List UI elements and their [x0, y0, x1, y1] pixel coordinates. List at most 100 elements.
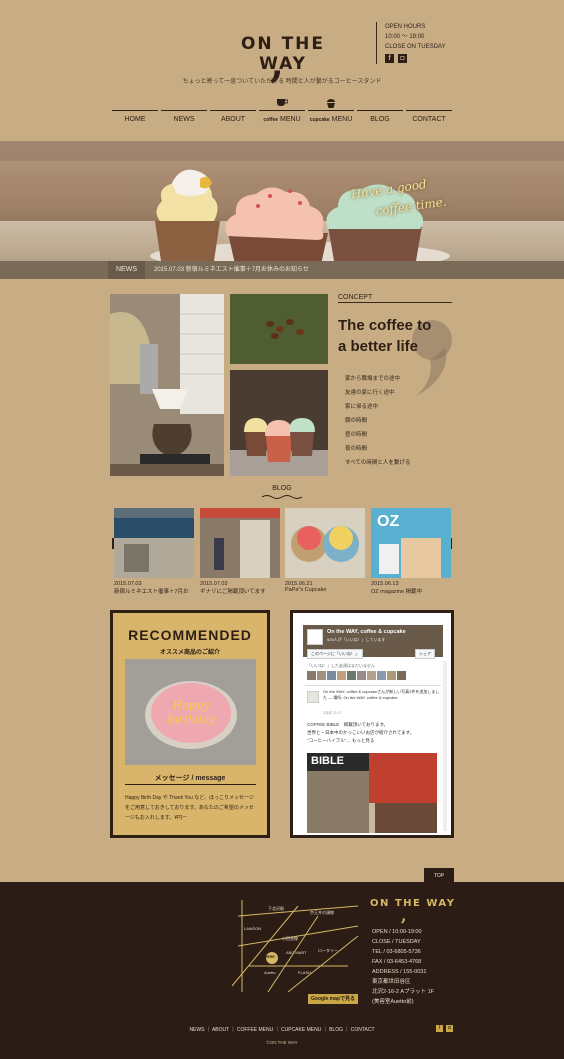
concept-item: 夜の時間	[345, 446, 368, 452]
nav-coffee-prefix: coffee	[263, 117, 279, 123]
cupcakes-image	[230, 370, 328, 476]
fb-post-photo[interactable]: BIBLE	[307, 753, 437, 833]
blog-post[interactable]: OZ 2015.06.13 OZ magazine 掲載中	[371, 508, 451, 595]
fb-like-button[interactable]: このページに「いいね！」	[307, 649, 363, 659]
blog-title: ギナリにご掲載頂いてます	[200, 589, 266, 595]
blog-title: PaPa"s Cupcake	[285, 587, 327, 593]
blog-title: OZ magazine 掲載中	[371, 589, 423, 595]
fb-scrollbar[interactable]	[443, 661, 447, 831]
concept-label: CONCEPT	[338, 294, 452, 303]
concept-item: 家に帰る途中	[345, 404, 379, 410]
blog-post[interactable]: 2015.07.03 新宿ルミネエスト催事＋7月お	[114, 508, 194, 595]
cake-text-line: Happy	[172, 699, 210, 712]
coffee-beans-photo	[230, 294, 328, 364]
fb-post-line: 世界と・日本中のかっこいいお店が紹介されてます。	[307, 730, 415, 735]
concept-item: 家から職場までの途中	[345, 376, 401, 382]
coffee-dripper-image	[110, 294, 224, 476]
wave-divider-icon	[262, 495, 302, 499]
nav-news[interactable]: NEWS	[161, 110, 207, 128]
footer-info-line: OPEN / 10:00-19:00	[372, 929, 422, 935]
fb-post-author[interactable]: On the WAY, coffee & cupcakeさんが新しい写真2件を追…	[323, 689, 441, 700]
nav-cupcake-prefix: cupcake	[309, 117, 330, 123]
concept-item: 友達の家に行く途中	[345, 390, 395, 396]
concept-item: 昼の時間	[345, 432, 368, 438]
coffee-beans-image	[230, 294, 328, 364]
concept-title: The coffee to a better life	[338, 315, 448, 357]
open-hours: OPEN HOURS 10:00 ～ 19:00 CLOSE ON TUESDA…	[376, 22, 456, 64]
blog-title: 新宿ルミネエスト催事＋7月お	[114, 589, 189, 595]
blog-thumb	[285, 508, 365, 578]
nav-cupcake-menu[interactable]: cupcake MENU	[308, 99, 354, 128]
svg-text:OZ: OZ	[377, 513, 399, 530]
nav-home[interactable]: HOME	[112, 110, 158, 128]
blog-heading: BLOG	[272, 485, 292, 492]
blog-post[interactable]: 2015.07.03 ギナリにご掲載頂いてます	[200, 508, 280, 595]
footer-info-line: ADDRESS / 155-0031	[372, 969, 427, 975]
nav-cupcake-label: MENU	[331, 116, 353, 123]
footer-info-line: FAX / 03-6453-4768	[372, 959, 422, 965]
fb-friend-avatars	[307, 671, 441, 681]
nav-coffee-label: MENU	[280, 116, 301, 123]
footer-info-line: CLOSE / TUESDAY	[372, 939, 421, 945]
nav-coffee-menu[interactable]: coffee MENU	[259, 99, 305, 128]
birthday-cupcake-image: Happy Birthday	[125, 659, 256, 765]
map-label: ロータリー	[318, 948, 338, 953]
footer-info-line: (美容室Auetto前)	[372, 999, 414, 1005]
copyright: ©ON THE WAY	[266, 1040, 298, 1045]
footer-info: OPEN / 10:00-19:00 CLOSE / TUESDAY TEL /…	[372, 927, 434, 1007]
recommended-message-text: Happy Birth Day や Thank You など、ほっこりメッセージ…	[125, 795, 254, 821]
concept-title-line2: a better life	[338, 338, 419, 355]
google-map-button[interactable]: Google mapで見る	[308, 994, 358, 1004]
footer-info-line: 北沢2-16-2 Aプラット 1F	[372, 989, 435, 995]
footer-info-line: 東京都世田谷区	[372, 979, 411, 985]
nav-contact[interactable]: CONTACT	[406, 110, 452, 128]
cupcake-icon	[327, 99, 335, 108]
blog-thumb	[114, 508, 194, 578]
concept-item: 朝の時間	[345, 418, 368, 424]
hero-banner	[0, 141, 564, 261]
news-link[interactable]: 2015.07.03 新宿ルミネエスト催事＋7月お休みのお知らせ	[154, 261, 309, 279]
map-label: 小田急線	[282, 936, 298, 941]
recommended-subtitle: オススメ商品のご紹介	[159, 650, 220, 656]
map-label: 京王井の頭線	[310, 910, 334, 915]
nav-blog[interactable]: BLOG	[357, 110, 403, 128]
instagram-icon[interactable]: ◘	[398, 54, 407, 63]
nav-about[interactable]: ABOUT	[210, 110, 256, 128]
blog-post[interactable]: 2015.06.21 PaPa"s Cupcake	[285, 508, 365, 593]
fb-post-line: COFFEE BIBLE 掲載頂いております。	[307, 722, 389, 727]
fb-post-body: COFFEE BIBLE 掲載頂いております。 世界と・日本中のかっこいいお店が…	[307, 721, 441, 745]
access-map	[231, 900, 359, 992]
divider	[125, 784, 256, 785]
divider	[305, 685, 441, 686]
hours-label: OPEN HOURS	[385, 24, 426, 30]
facebook-widget: On the WAY, coffee & cupcake 925人が「いいね！」…	[293, 613, 451, 835]
news-label: NEWS	[108, 261, 145, 279]
blog-thumb	[200, 508, 280, 578]
fb-page-name[interactable]: On the WAY, coffee & cupcake	[327, 629, 406, 635]
back-to-top[interactable]: TOP	[424, 868, 454, 882]
facebook-panel: On the WAY, coffee & cupcake 925人が「いいね！」…	[290, 610, 454, 838]
map-label: Auetto	[264, 970, 276, 975]
facebook-icon[interactable]: f	[385, 54, 394, 63]
concept-item: すべての時間と人を繋げる	[345, 460, 411, 466]
footer-nav[interactable]: NEWS ｜ ABOUT ｜ COFFEE MENU ｜ CUPCAKE MEN…	[0, 1026, 564, 1033]
recommended-product-photo[interactable]: Happy Birthday	[125, 659, 256, 765]
fb-avatar	[307, 629, 323, 645]
concept-list: 家から職場までの途中 友達の家に行く途中 家に帰る途中 朝の時間 昼の時間 夜の…	[345, 372, 410, 470]
recommended-title: RECOMMENDED	[128, 627, 252, 643]
footer-instagram-icon[interactable]: ◘	[446, 1025, 453, 1032]
fb-post-avatar	[307, 691, 319, 703]
map-here-label: HERE	[265, 955, 275, 959]
footer-comma-icon: ,	[401, 906, 407, 925]
footer-facebook-icon[interactable]: f	[436, 1025, 443, 1032]
tagline: ちょっと寄って一息ついていただける 時間と人が繋がるコーヒースタンド	[182, 79, 382, 85]
fb-share-button[interactable]: シェア	[415, 649, 435, 659]
hours-closed: CLOSE ON TUESDAY	[385, 44, 446, 50]
coffee-dripper-photo	[110, 294, 224, 476]
fb-photo-text: BIBLE	[311, 755, 344, 767]
concept-title-line1: The coffee to	[338, 317, 432, 334]
map-label: ABC MART	[286, 950, 307, 955]
fb-post-date: 2月前 21:17	[323, 711, 342, 715]
fb-friends-text: 「いいね！」した友達はまだいません	[307, 663, 375, 668]
footer-logo[interactable]: ON THE WAY	[370, 898, 455, 909]
